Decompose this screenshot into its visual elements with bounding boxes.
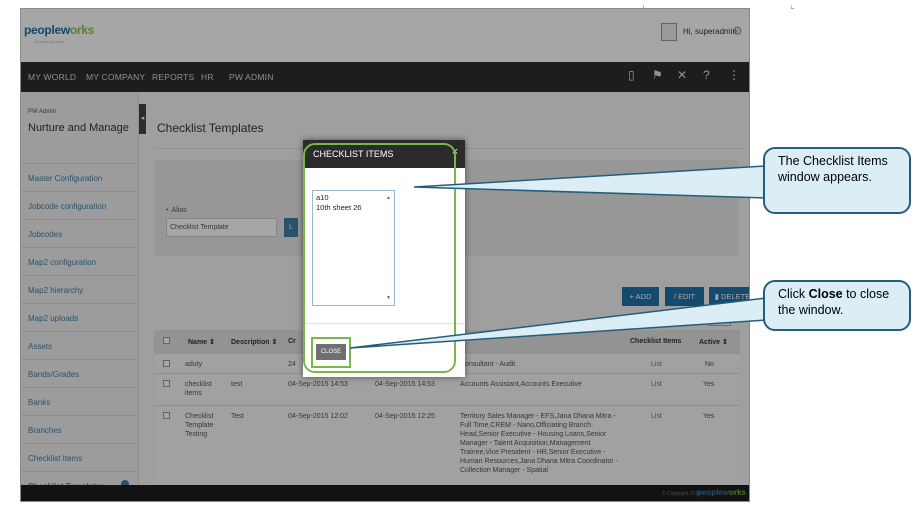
callout-text-pre: Click	[778, 287, 809, 301]
callout-text-bold: Close	[808, 287, 843, 301]
app-screenshot: peopleworks Simplifying Work Hi, superad…	[20, 8, 750, 502]
callout-modal-appears: The Checklist Items window appears.	[763, 147, 911, 214]
close-button-highlight	[311, 337, 351, 368]
tutorial-slide: ⌟ ⌞ peopleworks Simplifying Work Hi, sup…	[0, 0, 915, 508]
corner-mark-right: ⌞	[790, 0, 795, 11]
callout-click-close: Click Close to close the window.	[763, 280, 911, 331]
